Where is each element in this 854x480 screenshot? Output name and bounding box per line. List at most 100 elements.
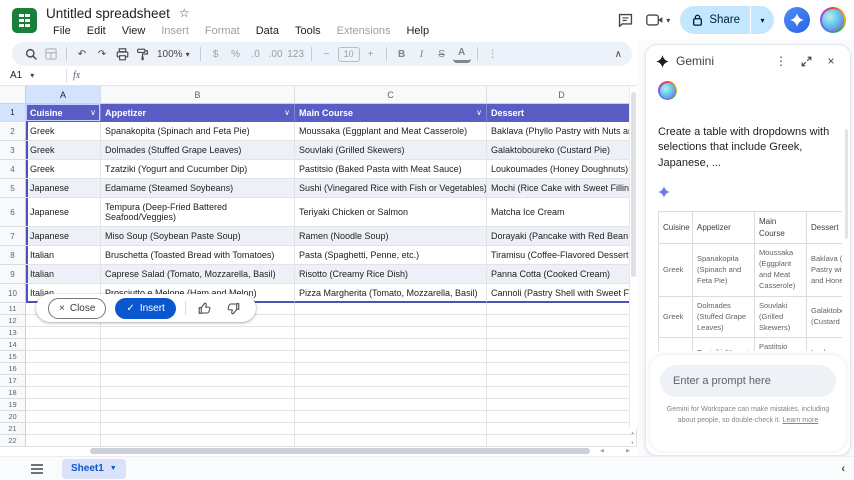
menu-item-file[interactable]: File (46, 24, 78, 38)
row-number-5[interactable]: 5 (0, 179, 26, 198)
close-button[interactable]: × Close (48, 298, 106, 319)
grid-cell[interactable]: Dolmades (Stuffed Grape Leaves) (101, 141, 295, 160)
column-header-C[interactable]: C (295, 86, 487, 104)
format-currency-icon[interactable]: $ (207, 45, 225, 63)
grid-cell[interactable] (101, 363, 295, 375)
grid-cell[interactable] (101, 339, 295, 351)
row-number-21[interactable]: 21 (0, 423, 26, 435)
grid-cell[interactable] (26, 411, 101, 423)
grid-cell[interactable]: Panna Cotta (Cooked Cream) (487, 265, 637, 284)
row-number-15[interactable]: 15 (0, 351, 26, 363)
menu-item-insert[interactable]: Insert (154, 24, 196, 38)
grid-cell[interactable] (295, 423, 487, 435)
text-color-icon[interactable]: A (453, 45, 471, 63)
table-grid-icon[interactable] (42, 45, 60, 63)
strikethrough-icon[interactable]: S (433, 45, 451, 63)
bold-icon[interactable]: B (393, 45, 411, 63)
vertical-scrollbar-thumb[interactable] (631, 92, 636, 277)
grid-cell[interactable]: Teriyaki Chicken or Salmon (295, 198, 487, 227)
redo-icon[interactable]: ↷ (93, 45, 111, 63)
scroll-left-icon[interactable]: ◀ (600, 448, 604, 454)
dropdown-chevron-icon[interactable]: ∨ (476, 108, 482, 117)
grid-cell[interactable] (487, 399, 637, 411)
grid-cell[interactable]: Matcha Ice Cream (487, 198, 637, 227)
grid-cell[interactable]: Greek (26, 160, 101, 179)
grid-cell[interactable]: Loukoumades (Honey Doughnuts) (487, 160, 637, 179)
gemini-close-icon[interactable]: × (822, 52, 840, 70)
grid-cell[interactable] (487, 315, 637, 327)
row-number-16[interactable]: 16 (0, 363, 26, 375)
grid-cell[interactable]: Galaktoboureko (Custard Pie) (487, 141, 637, 160)
grid-cell[interactable] (295, 375, 487, 387)
decrease-font-size-icon[interactable]: − (318, 45, 336, 63)
grid-cell[interactable]: Edamame (Steamed Soybeans) (101, 179, 295, 198)
zoom-control[interactable]: 100% ▾ (153, 49, 194, 60)
grid-cell[interactable] (101, 399, 295, 411)
menu-item-extensions[interactable]: Extensions (330, 24, 398, 38)
column-header-A[interactable]: A (26, 86, 101, 104)
row-number-10[interactable]: 10 (0, 284, 26, 303)
all-sheets-icon[interactable] (30, 463, 44, 475)
toolbar-more-icon[interactable]: ⋮ (484, 45, 502, 63)
star-icon[interactable]: ☆ (179, 6, 190, 20)
grid-cell[interactable]: Tiramisu (Coffee-Flavored Dessert) (487, 246, 637, 265)
prompt-input[interactable]: Enter a prompt here (660, 365, 836, 397)
grid-cell[interactable] (487, 411, 637, 423)
paint-format-icon[interactable] (133, 45, 151, 63)
grid-cell[interactable] (295, 363, 487, 375)
grid-cell[interactable] (26, 375, 101, 387)
grid-cell[interactable]: Ramen (Noodle Soup) (295, 227, 487, 246)
grid-cell[interactable] (101, 327, 295, 339)
grid-cell[interactable]: Italian (26, 246, 101, 265)
sheets-logo-icon[interactable] (12, 8, 37, 33)
name-box[interactable]: A1 ▾ (0, 70, 60, 81)
row-number-19[interactable]: 19 (0, 399, 26, 411)
menu-item-view[interactable]: View (115, 24, 153, 38)
table-header-cell[interactable]: Dessert (487, 104, 637, 122)
grid-cell[interactable]: Pasta (Spaghetti, Penne, etc.) (295, 246, 487, 265)
search-icon[interactable] (22, 45, 40, 63)
grid-cell[interactable]: Tempura (Deep-Fried Battered Seafood/Veg… (101, 198, 295, 227)
format-percent-icon[interactable]: % (227, 45, 245, 63)
dropdown-chevron-icon[interactable]: ∨ (90, 108, 96, 117)
row-number-14[interactable]: 14 (0, 339, 26, 351)
grid-cell[interactable] (101, 387, 295, 399)
menu-item-edit[interactable]: Edit (80, 24, 113, 38)
insert-button[interactable]: ✓ Insert (115, 298, 175, 319)
print-icon[interactable] (113, 45, 131, 63)
thumbs-down-icon[interactable] (224, 298, 244, 318)
row-number-20[interactable]: 20 (0, 411, 26, 423)
grid-cell[interactable] (487, 435, 637, 447)
select-all-corner[interactable] (0, 86, 26, 104)
decrease-decimal-icon[interactable]: .0 (247, 45, 265, 63)
grid-cell[interactable]: Souvlaki (Grilled Skewers) (295, 141, 487, 160)
grid-cell[interactable] (26, 399, 101, 411)
grid-cell[interactable] (26, 351, 101, 363)
grid-cell[interactable]: Sushi (Vinegared Rice with Fish or Veget… (295, 179, 487, 198)
font-size-input[interactable]: 10 (338, 47, 360, 62)
grid-cell[interactable]: Tzatziki (Yogurt and Cucumber Dip) (101, 160, 295, 179)
gemini-expand-icon[interactable] (797, 52, 815, 70)
grid-cell[interactable]: Pastitsio (Baked Pasta with Meat Sauce) (295, 160, 487, 179)
grid-cell[interactable] (487, 327, 637, 339)
increase-font-size-icon[interactable]: + (362, 45, 380, 63)
scroll-down-icon[interactable]: ▼ (631, 440, 635, 445)
row-number-22[interactable]: 22 (0, 435, 26, 447)
grid-cell[interactable] (101, 423, 295, 435)
grid-cell[interactable] (26, 423, 101, 435)
account-avatar[interactable] (820, 7, 846, 33)
menu-item-format[interactable]: Format (198, 24, 247, 38)
grid-cell[interactable] (487, 387, 637, 399)
grid-cell[interactable]: Italian (26, 265, 101, 284)
column-header-B[interactable]: B (101, 86, 295, 104)
row-number-12[interactable]: 12 (0, 315, 26, 327)
row-number-17[interactable]: 17 (0, 375, 26, 387)
collapse-toolbar-icon[interactable]: ∧ (615, 49, 622, 60)
grid-cell[interactable] (101, 435, 295, 447)
row-number-3[interactable]: 3 (0, 141, 26, 160)
grid-cell[interactable] (487, 351, 637, 363)
grid-cell[interactable]: Baklava (Phyllo Pastry with Nuts and Hon… (487, 122, 637, 141)
grid-cell[interactable] (487, 339, 637, 351)
table-header-cell[interactable]: Cuisine∨ (26, 104, 101, 122)
grid-cell[interactable] (295, 315, 487, 327)
